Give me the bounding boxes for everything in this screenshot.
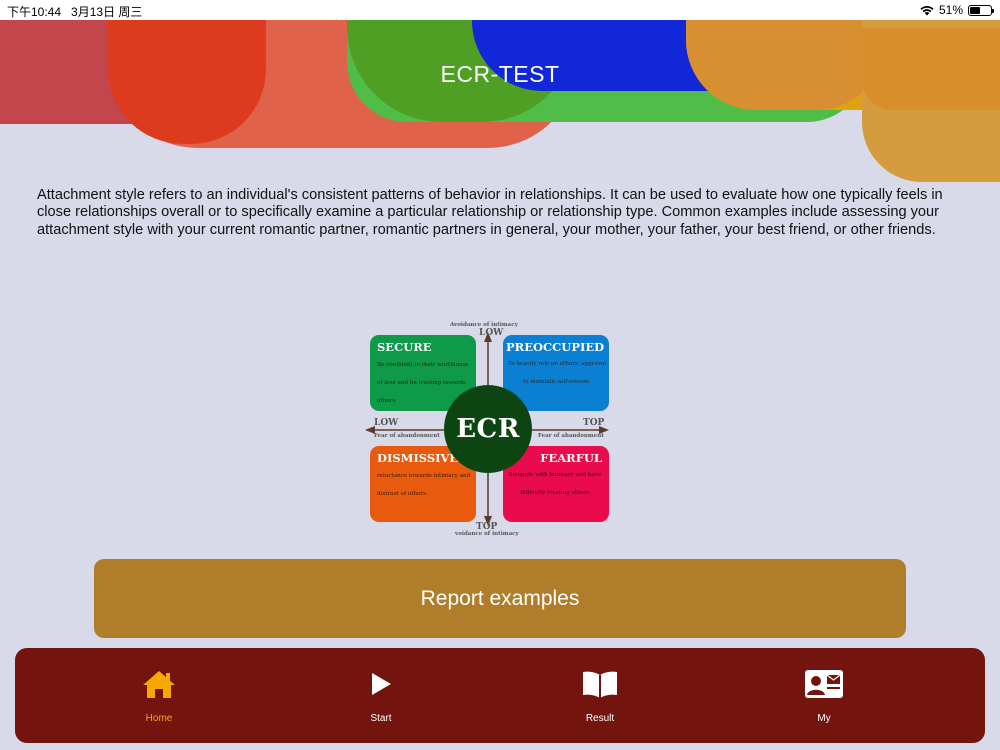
tab-label: My <box>817 713 831 724</box>
battery-icon <box>968 4 994 16</box>
axis-label: LOW <box>479 328 504 338</box>
tab-my[interactable]: My <box>754 648 894 743</box>
tab-start[interactable]: Start <box>311 648 451 743</box>
battery-fill <box>970 6 980 14</box>
tab-label: Home <box>145 713 173 724</box>
home-icon <box>139 667 179 701</box>
axis-caption: Fear of abandonment <box>538 433 604 439</box>
status-bar: 下午10:44 3月13日 周三 51% <box>0 0 1000 20</box>
status-indicators: 51% <box>920 3 994 17</box>
contact-card-icon <box>804 667 844 701</box>
status-time: 下午10:44 3月13日 周三 <box>7 3 142 20</box>
tab-bar: Home Start Result My <box>15 648 985 743</box>
status-clock: 下午10:44 <box>7 5 62 19</box>
page-title: ECR-TEST <box>440 61 560 87</box>
axis-label: LOW <box>374 418 399 428</box>
book-icon <box>580 667 620 701</box>
tab-label: Start <box>370 713 392 724</box>
tab-label: Result <box>585 713 615 724</box>
play-icon <box>361 667 401 701</box>
axis-caption: Fear of abandonment <box>374 433 440 439</box>
ecr-center-badge: ECR <box>444 385 532 473</box>
tab-result[interactable]: Result <box>530 648 670 743</box>
wifi-icon <box>920 5 934 15</box>
header-banner <box>0 20 1000 190</box>
description-text: Attachment style refers to an individual… <box>37 187 943 238</box>
tab-home[interactable]: Home <box>89 648 229 743</box>
ecr-center-label: ECR <box>456 414 520 444</box>
axis-caption: voidance of intimacy <box>455 531 519 537</box>
status-date: 3月13日 周三 <box>71 5 143 19</box>
axis-label: TOP <box>583 418 605 428</box>
report-examples-button[interactable]: Report examples <box>94 559 906 638</box>
ecr-diagram: SECURE Be confident in their worthiness … <box>362 318 612 540</box>
battery-percent: 51% <box>938 3 963 17</box>
